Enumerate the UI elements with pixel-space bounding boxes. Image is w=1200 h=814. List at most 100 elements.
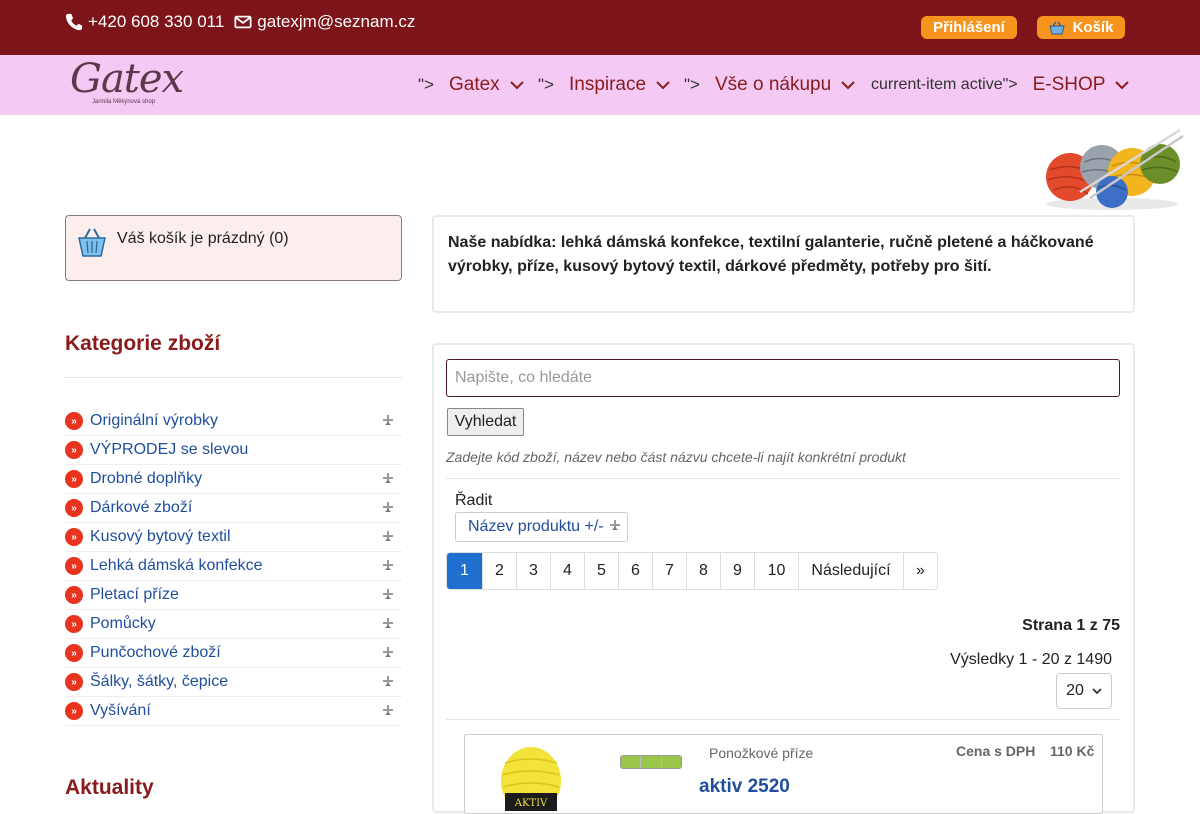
page-link-8[interactable]: 8: [687, 553, 721, 589]
chevron-down-icon: [1092, 688, 1102, 695]
expand-icon[interactable]: [382, 472, 394, 484]
per-page-select[interactable]: 20: [1056, 673, 1112, 709]
page-link-7[interactable]: 7: [653, 553, 687, 589]
login-button[interactable]: Přihlášení: [921, 16, 1017, 39]
expand-icon[interactable]: [382, 414, 394, 426]
category-label: Punčochové zboží: [90, 644, 221, 661]
expand-icon[interactable]: [382, 675, 394, 687]
product-image[interactable]: AKTIV: [471, 741, 591, 811]
category-item[interactable]: » Vyšívání: [65, 697, 402, 726]
top-bar: +420 608 330 011 gatexjm@seznam.cz Přihl…: [0, 0, 1200, 55]
price-label: Cena s DPH: [956, 743, 1036, 759]
expand-icon[interactable]: [382, 501, 394, 513]
nav-prefix: ">: [538, 75, 554, 94]
yarn-balls-image: [1046, 128, 1184, 210]
expand-icon[interactable]: [382, 588, 394, 600]
logo-text: Gatex: [70, 56, 184, 102]
double-chevron-right-icon: »: [65, 499, 83, 517]
product-type: Ponožkové příze: [709, 745, 814, 761]
email-link[interactable]: gatexjm@seznam.cz: [257, 12, 415, 32]
sort-arrow-icon: [610, 520, 620, 530]
rating-segment: [621, 756, 642, 768]
last-page-link[interactable]: »: [904, 553, 937, 589]
nav-label: Inspirace: [568, 74, 647, 95]
cart-label: Košík: [1072, 19, 1114, 36]
category-label: VÝPRODEJ se slevou: [90, 441, 249, 458]
category-item[interactable]: » Dárkové zboží: [65, 494, 402, 523]
expand-icon[interactable]: [382, 530, 394, 542]
category-item[interactable]: » Pletací příze: [65, 581, 402, 610]
nav-item-gatex[interactable]: "> Gatex: [418, 55, 524, 115]
cart-summary: Váš košík je prázdný (0): [65, 215, 402, 281]
category-label: Dárkové zboží: [90, 499, 193, 516]
double-chevron-right-icon: »: [65, 528, 83, 546]
expand-icon[interactable]: [382, 559, 394, 571]
category-label: Drobné doplňky: [90, 470, 203, 487]
search-button[interactable]: Vyhledat: [447, 408, 524, 436]
category-label: Vyšívání: [90, 702, 151, 719]
nav-prefix: ">: [684, 75, 700, 94]
phone-icon: [65, 13, 83, 31]
phone-number[interactable]: +420 608 330 011: [88, 12, 224, 32]
category-item[interactable]: » VÝPRODEJ se slevou: [65, 436, 402, 465]
rating-segment: [641, 756, 662, 768]
shopping-basket-icon: [78, 228, 106, 257]
double-chevron-right-icon: »: [65, 557, 83, 575]
nav-label: Vše o nákupu: [714, 74, 832, 95]
category-item[interactable]: » Originální výrobky: [65, 407, 402, 436]
nav-prefix: current-item active">: [871, 76, 1018, 93]
next-page-link[interactable]: Následující: [799, 553, 904, 589]
category-item[interactable]: » Drobné doplňky: [65, 465, 402, 494]
category-item[interactable]: » Kusový bytový textil: [65, 523, 402, 552]
divider: [446, 719, 1120, 720]
category-label: Šálky, šátky, čepice: [90, 673, 229, 690]
chevron-down-icon: [509, 81, 524, 90]
offer-text: Naše nabídka: lehká dámská konfekce, tex…: [448, 234, 1094, 275]
sort-select[interactable]: Název produktu +/-: [455, 512, 628, 542]
page-link-6[interactable]: 6: [619, 553, 653, 589]
page-link-9[interactable]: 9: [721, 553, 755, 589]
rating-segment: [661, 756, 681, 768]
results-count: Výsledky 1 - 20 z 1490: [950, 651, 1112, 668]
page-link-3[interactable]: 3: [517, 553, 551, 589]
page-link-5[interactable]: 5: [585, 553, 619, 589]
nav-item-inspirace[interactable]: "> Inspirace: [538, 55, 670, 115]
category-item[interactable]: » Pomůcky: [65, 610, 402, 639]
logo-subtitle: Jarmila Měkýnová shop: [92, 99, 156, 105]
double-chevron-right-icon: »: [65, 615, 83, 633]
page-link-10[interactable]: 10: [755, 553, 799, 589]
product-card[interactable]: AKTIV Ponožkové příze Cena s DPH 110 Kč …: [464, 734, 1103, 814]
nav-label: E-SHOP: [1032, 74, 1106, 95]
double-chevron-right-icon: »: [65, 441, 83, 459]
double-chevron-right-icon: »: [65, 586, 83, 604]
expand-icon[interactable]: [382, 617, 394, 629]
expand-icon[interactable]: [382, 704, 394, 716]
page-link-4[interactable]: 4: [551, 553, 585, 589]
search-hint: Zadejte kód zboží, název nebo část názvu…: [446, 449, 906, 465]
category-item[interactable]: » Lehká dámská konfekce: [65, 552, 402, 581]
news-heading: Aktuality: [65, 776, 154, 799]
category-label: Originální výrobky: [90, 412, 219, 429]
search-input[interactable]: Napište, co hledáte: [446, 359, 1120, 397]
contact-info: +420 608 330 011 gatexjm@seznam.cz: [65, 12, 415, 32]
category-item[interactable]: » Punčochové zboží: [65, 639, 402, 668]
chevron-down-icon: [1115, 81, 1130, 90]
category-label: Kusový bytový textil: [90, 528, 231, 545]
sort-label: Řadit: [455, 492, 493, 509]
site-logo[interactable]: Gatex Jarmila Měkýnová shop: [70, 59, 185, 109]
double-chevron-right-icon: »: [65, 702, 83, 720]
nav-item-eshop[interactable]: current-item active"> E-SHOP: [871, 55, 1130, 115]
category-list: » Originální výrobky » VÝPRODEJ se slevo…: [65, 407, 402, 726]
page-link-2[interactable]: 2: [483, 553, 517, 589]
divider: [65, 377, 402, 378]
login-label: Přihlášení: [933, 19, 1005, 36]
cart-button[interactable]: Košík: [1037, 16, 1125, 39]
nav-item-vse-o-nakupu[interactable]: "> Vše o nákupu: [684, 55, 855, 115]
main-navbar: Gatex Jarmila Měkýnová shop "> Gatex "> …: [0, 55, 1200, 115]
category-item[interactable]: » Šálky, šátky, čepice: [65, 668, 402, 697]
category-label: Lehká dámská konfekce: [90, 557, 263, 574]
product-name-link[interactable]: aktiv 2520: [699, 776, 790, 798]
sort-selected-value: Název produktu +/-: [468, 518, 604, 535]
expand-icon[interactable]: [382, 646, 394, 658]
page-link-1[interactable]: 1: [447, 553, 483, 589]
